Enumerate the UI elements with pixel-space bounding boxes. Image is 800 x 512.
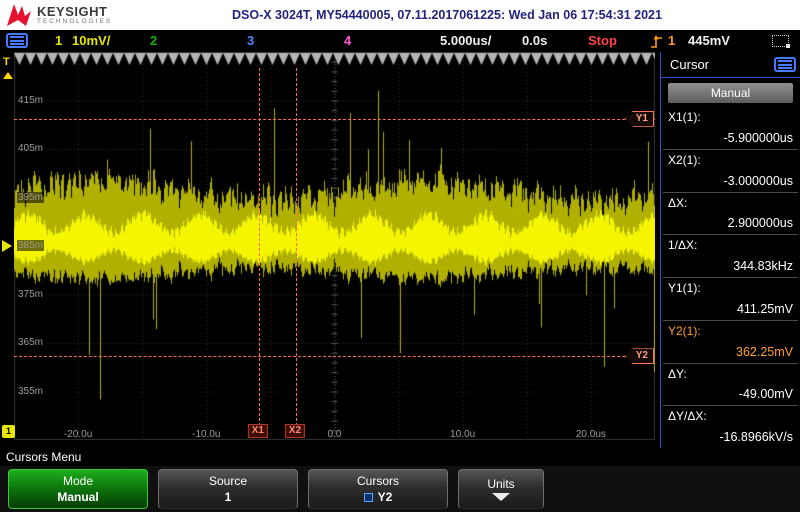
x-axis-label: 20.0us [575, 429, 606, 440]
field-label: ΔY: [668, 366, 687, 381]
field-value: -16.8966kV/s [719, 430, 793, 444]
softkey-mode[interactable]: Mode Manual [8, 469, 148, 509]
y-axis-label: 365m [17, 337, 45, 348]
softkey-label: Cursors [356, 474, 399, 488]
trigger-level-arrow-icon[interactable] [3, 72, 13, 79]
field-label: 1/ΔX: [668, 238, 698, 253]
header: KEYSIGHT TECHNOLOGIES DSO-X 3024T, MY544… [0, 0, 800, 30]
field-label: Y2(1): [668, 323, 701, 338]
field-label: ΔX: [668, 195, 688, 210]
cursor-panel: Cursor Manual X1(1): -5.900000us X2(1): … [660, 52, 800, 448]
cursor-field-x1: X1(1): -5.900000us [663, 107, 798, 150]
y-axis-label: 375m [17, 288, 45, 300]
cursor-x1-line[interactable] [258, 68, 260, 426]
menu-icon[interactable] [6, 33, 28, 48]
brand-technologies: TECHNOLOGIES [37, 17, 113, 25]
x-axis-label: 10.0u [450, 429, 476, 440]
channel2-button[interactable]: 2 [150, 30, 157, 52]
y-axis-label: 355m [17, 385, 45, 397]
field-label: Y1(1): [668, 281, 701, 295]
cursor-field-delta-y: ΔY: -49.00mV [663, 364, 798, 407]
softkey-label: Source [208, 474, 248, 488]
cursor-y1-line[interactable] [14, 118, 655, 120]
menu-title-bar: Cursors Menu [0, 448, 800, 466]
softkey-label: Mode [62, 474, 94, 488]
cursor-field-delta-x: ΔX: 2.900000us [663, 193, 798, 236]
softkey-value: Y2 [309, 490, 447, 504]
trigger-level[interactable]: 445mV [688, 30, 730, 52]
cursor-field-y1: Y1(1): 411.25mV [663, 278, 798, 321]
keysight-logo [7, 4, 31, 26]
trigger-time-marker[interactable]: T [3, 56, 10, 68]
trigger-source[interactable]: 1 [668, 30, 675, 52]
y-axis-label: 385m [17, 240, 45, 251]
softkey-source[interactable]: Source 1 [158, 469, 298, 509]
time-reference-marker[interactable]: 1 [2, 425, 15, 438]
y-axis-label: 405m [17, 143, 45, 154]
cursor-field-inverse-delta-x: 1/ΔX: 344.83kHz [663, 235, 798, 278]
cursor-x1-tag[interactable]: X1 [247, 424, 268, 438]
softkey-cursors[interactable]: Cursors Y2 [308, 469, 448, 509]
channel1-scale[interactable]: 10mV/ [72, 30, 110, 52]
field-value: 411.25mV [736, 301, 793, 316]
softkey-cursor-sel: Y2 [377, 490, 393, 504]
waveform-display[interactable]: T 1 X1 X2 Y1 Y2 415m 405m 395m 385m 375m 365m… [0, 52, 660, 448]
cursor-field-x2: X2(1): -3.000000us [663, 150, 798, 193]
acquisition-state[interactable]: Stop [588, 30, 617, 52]
y-axis-label: 395m [17, 191, 45, 203]
brand-text: KEYSIGHT TECHNOLOGIES [37, 5, 112, 25]
panel-menu-icon[interactable] [774, 57, 796, 72]
channel3-button[interactable]: 3 [247, 30, 254, 52]
down-arrow-icon [492, 493, 510, 501]
field-value: 344.83kHz [733, 259, 793, 273]
softkey-value: Manual [57, 490, 99, 504]
channel4-button[interactable]: 4 [344, 30, 351, 52]
cursor-field-slope: ΔY/ΔX: -16.8966kV/s [663, 406, 798, 448]
channel1-ground-marker-icon[interactable] [2, 240, 12, 252]
field-label: X1(1): [668, 110, 701, 124]
x-axis-label: -10.0u [192, 429, 221, 440]
field-label: ΔY/ΔX: [668, 409, 707, 424]
field-value: 362.25mV [736, 344, 793, 359]
timebase-readout[interactable]: 5.000us/ [440, 30, 491, 52]
channel1-button[interactable]: 1 [55, 30, 62, 52]
cursor-y2-line[interactable] [14, 356, 655, 358]
cursor-source-icon [363, 492, 373, 502]
x-axis-label: 0.0 [327, 429, 342, 440]
status-toolbar: 1 10mV/ 2 3 4 5.000us/ 0.0s Stop 1 445mV [0, 30, 800, 52]
cursor-mode-button[interactable]: Manual [668, 83, 793, 103]
softkey-bar: Mode Manual Source 1 Cursors Y2 Units X1… [0, 466, 800, 512]
cursor-x2-tag[interactable]: X2 [284, 424, 306, 438]
field-value: 2.900000us [727, 216, 793, 231]
softkey-units[interactable]: Units [458, 469, 544, 509]
softkey-label: Units [487, 477, 515, 491]
x-axis-label: -20.0u [63, 429, 93, 440]
cursor-readouts: X1(1): -5.900000us X2(1): -3.000000us ΔX… [661, 107, 800, 448]
instrument-title: DSO-X 3024T, MY54440005, 07.11.201706122… [232, 8, 662, 22]
oscilloscope-screen: KEYSIGHT TECHNOLOGIES DSO-X 3024T, MY544… [0, 0, 800, 512]
field-value: -49.00mV [738, 387, 793, 402]
cursor-panel-header: Cursor [661, 52, 800, 78]
brand-keysight: KEYSIGHT [37, 3, 108, 19]
cursor-x2-line[interactable] [296, 68, 298, 426]
waveform-canvas[interactable] [14, 52, 655, 440]
field-value: -5.900000us [723, 130, 793, 145]
delay-readout[interactable]: 0.0s [522, 30, 547, 52]
field-label: X2(1): [668, 152, 701, 167]
field-value: -3.000000us [723, 173, 793, 188]
softkey-value: 1 [224, 490, 232, 504]
touch-select-icon[interactable] [772, 35, 790, 48]
cursor-field-y2: Y2(1): 362.25mV [663, 321, 798, 364]
y-axis-label: 415m [17, 94, 45, 106]
cursor-panel-title: Cursor [670, 57, 710, 72]
